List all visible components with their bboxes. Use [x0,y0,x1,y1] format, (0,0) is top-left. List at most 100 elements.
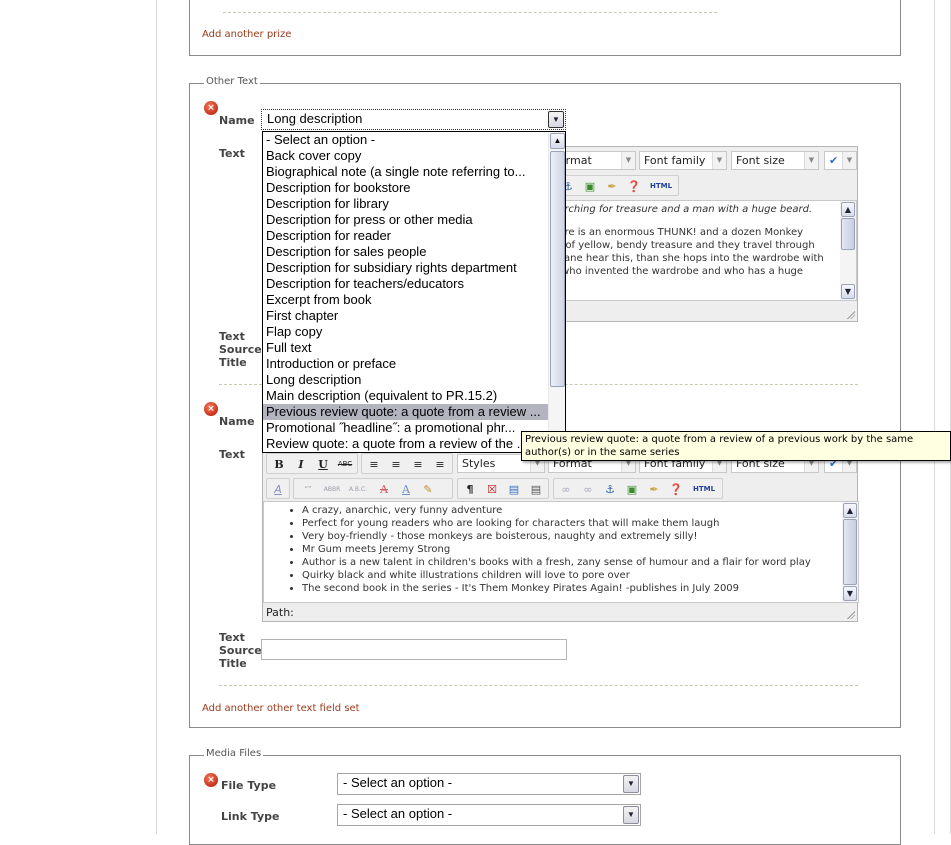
chevron-down-icon[interactable]: ▼ [548,111,564,128]
cite-icon[interactable]: “” [296,481,320,498]
dropdown-option[interactable]: Description for library [263,196,549,212]
error-icon: × [204,402,218,416]
resize-grip-icon[interactable] [847,311,855,319]
scroll-up-icon[interactable]: ▲ [843,503,857,518]
prizes-divider [223,12,717,13]
chevron-down-icon: ▼ [842,152,856,169]
set2-rich-text-editor: B I U ABC ≡ ≡ ≡ ≡ Styles ▼ Format ▼ Font f… [262,450,859,622]
scroll-up-icon[interactable]: ▲ [841,202,855,217]
dropdown-option[interactable]: Flap copy [263,324,549,340]
list-item: The second book in the series - It's The… [302,582,858,595]
prizes-fieldset: Add another prize [189,0,901,56]
dropdown-option[interactable]: Introduction or preface [263,356,549,372]
name-dropdown-list[interactable]: - Select an option - Back cover copy Biogr… [262,131,566,453]
insert-image-icon[interactable]: ▣ [580,178,600,195]
underline-icon[interactable]: U [313,456,333,473]
dropdown-option[interactable]: Full text [263,340,549,356]
editor-path-label: Path: [266,606,294,619]
dropdown-option[interactable]: Previous review quote: a quote from a re… [263,404,549,420]
dropdown-option[interactable]: Description for reader [263,228,549,244]
list-item: Quirky black and white illustrations chi… [302,569,858,582]
attributes-icon[interactable]: ✎ [418,481,438,498]
acronym-icon[interactable]: A.B.C. [346,481,370,498]
cleanup-icon[interactable]: ✒ [602,178,622,195]
dropdown-option[interactable]: First chapter [263,308,549,324]
set1-name-label: Name [219,114,255,127]
list-item: Perfect for young readers who are lookin… [302,517,858,530]
set2-editor-statusbar: Path: [264,605,856,621]
set1-font-family-select[interactable]: Font family ▼ [639,151,727,170]
set2-editor-content[interactable]: A crazy, anarchic, very funny adventure … [263,501,859,603]
link-icon[interactable]: ∞ [556,481,576,498]
scroll-thumb[interactable] [841,218,855,250]
error-icon: × [204,773,218,787]
file-type-select[interactable]: - Select an option - ▼ [337,773,641,795]
strikethrough-icon[interactable]: ABC [335,456,355,473]
chevron-down-icon[interactable]: ▼ [623,775,639,793]
dropdown-scrollbar[interactable]: ▲ [548,132,565,452]
scroll-down-icon[interactable]: ▼ [841,284,855,299]
set2-editor-scrollbar[interactable]: ▲ ▼ [842,502,858,602]
dropdown-option[interactable]: Back cover copy [263,148,549,164]
scroll-down-icon[interactable]: ▼ [843,586,857,601]
dropdown-option[interactable]: Main description (equivalent to PR.15.2) [263,388,549,404]
dropdown-option[interactable]: Promotional ˝headline˝: a promotional ph… [263,420,549,436]
dropdown-option[interactable]: Description for sales people [263,244,549,260]
dropdown-option[interactable]: Review quote: a quote from a review of t… [263,436,549,452]
set1-text-label: Text [219,147,245,160]
set1-editor-scrollbar[interactable]: ▲ ▼ [840,201,856,300]
align-right-icon[interactable]: ≡ [408,456,428,473]
dropdown-option[interactable]: Excerpt from book [263,292,549,308]
align-justify-icon[interactable]: ≡ [430,456,450,473]
scroll-thumb[interactable] [550,151,565,387]
set1-text-source-title-label: Text Source Title [219,330,262,369]
link-type-select[interactable]: - Select an option - ▼ [337,804,641,826]
dropdown-option[interactable]: Description for teachers/educators [263,276,549,292]
anchor-icon[interactable]: ⚓ [600,481,620,498]
abbr-icon[interactable]: ABBR [320,481,344,498]
visual-chars-icon[interactable]: ¶ [460,481,480,498]
chevron-down-icon[interactable]: ▼ [623,806,639,824]
scroll-thumb[interactable] [843,519,857,585]
dropdown-option[interactable]: Long description [263,372,549,388]
set1-name-select-value: Long description [267,111,363,126]
align-center-icon[interactable]: ≡ [386,456,406,473]
file-type-label: File Type [221,779,277,792]
bold-icon[interactable]: B [269,456,289,473]
add-another-prize-link[interactable]: Add another prize [202,29,291,40]
set1-font-size-select[interactable]: Font size ▼ [731,151,819,170]
dropdown-option[interactable]: Biographical note (a single note referri… [263,164,549,180]
help-icon[interactable]: ❓ [624,178,644,195]
insertion-icon[interactable]: A [396,481,416,498]
scroll-up-icon[interactable]: ▲ [550,133,565,149]
dropdown-option[interactable]: Description for press or other media [263,212,549,228]
text-style-icon[interactable]: A [268,481,288,498]
list-item: Author is a new talent in children's boo… [302,556,858,569]
html-source-icon[interactable]: HTML [688,481,720,498]
dropdown-option[interactable]: Description for subsidiary rights depart… [263,260,549,276]
set2-text-source-title-input[interactable] [261,639,567,660]
insert-image-icon[interactable]: ▣ [622,481,642,498]
align-left-icon[interactable]: ≡ [364,456,384,473]
chevron-down-icon: ▼ [804,152,818,169]
set1-name-select[interactable]: Long description ▼ [261,109,566,130]
dropdown-option[interactable]: - Select an option - [263,132,549,148]
italic-icon[interactable]: I [291,456,311,473]
media-files-legend: Media Files [204,748,264,759]
cleanup-icon[interactable]: ✒ [644,481,664,498]
error-icon: × [204,101,218,115]
template-icon[interactable]: ▤ [504,481,524,498]
deletion-icon[interactable]: A [374,481,394,498]
set1-spellcheck-button[interactable]: ✔ ▼ [824,151,857,170]
option-tooltip: Previous review quote: a quote from a re… [521,431,951,461]
set2-bullet-list: A crazy, anarchic, very funny adventure … [264,502,858,595]
page-right-border [934,0,935,834]
dropdown-option[interactable]: Description for bookstore [263,180,549,196]
nonbreaking-icon[interactable]: ☒ [482,481,502,498]
html-source-icon[interactable]: HTML [646,178,676,195]
unlink-icon[interactable]: ∞ [578,481,598,498]
help-icon[interactable]: ❓ [666,481,686,498]
page-break-icon[interactable]: ▤ [526,481,546,498]
resize-grip-icon[interactable] [847,611,855,619]
add-another-other-text-link[interactable]: Add another other text field set [202,703,360,714]
